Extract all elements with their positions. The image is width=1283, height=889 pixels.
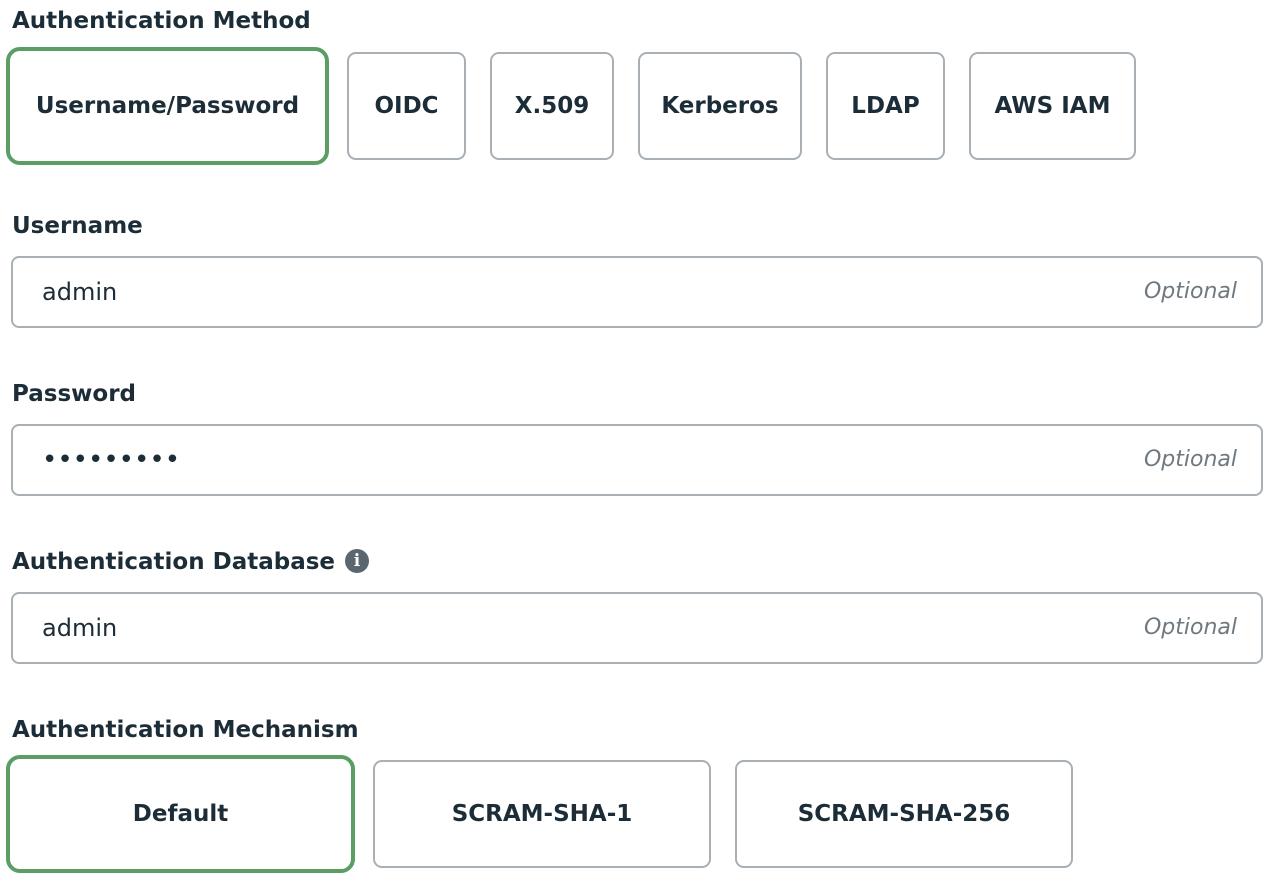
auth-mechanism-scram-sha-1[interactable]: SCRAM-SHA-1 — [373, 760, 711, 868]
auth-database-value: admin — [42, 614, 118, 642]
auth-method-username-password[interactable]: Username/Password — [6, 47, 329, 165]
password-field[interactable]: ••••••••• Optional — [11, 424, 1263, 496]
auth-method-label: Authentication Method — [12, 8, 311, 34]
auth-mechanism-default[interactable]: Default — [6, 755, 355, 873]
auth-mechanism-label: Authentication Mechanism — [12, 717, 359, 743]
password-value: ••••••••• — [42, 445, 181, 475]
auth-method-aws-iam[interactable]: AWS IAM — [969, 52, 1136, 160]
password-optional-hint: Optional — [1143, 447, 1237, 472]
password-label: Password — [12, 381, 136, 407]
auth-database-label: Authentication Database — [12, 549, 336, 575]
auth-method-oidc[interactable]: OIDC — [347, 52, 466, 160]
username-label: Username — [12, 213, 143, 239]
auth-method-kerberos[interactable]: Kerberos — [638, 52, 802, 160]
auth-mechanism-scram-sha-256[interactable]: SCRAM-SHA-256 — [735, 760, 1073, 868]
auth-method-x509[interactable]: X.509 — [490, 52, 614, 160]
auth-method-ldap[interactable]: LDAP — [826, 52, 945, 160]
username-optional-hint: Optional — [1143, 279, 1237, 304]
auth-database-optional-hint: Optional — [1143, 615, 1237, 640]
info-circle-icon[interactable]: i — [345, 549, 369, 573]
username-value: admin — [42, 278, 118, 306]
username-field[interactable]: admin Optional — [11, 256, 1263, 328]
auth-database-field[interactable]: admin Optional — [11, 592, 1263, 664]
